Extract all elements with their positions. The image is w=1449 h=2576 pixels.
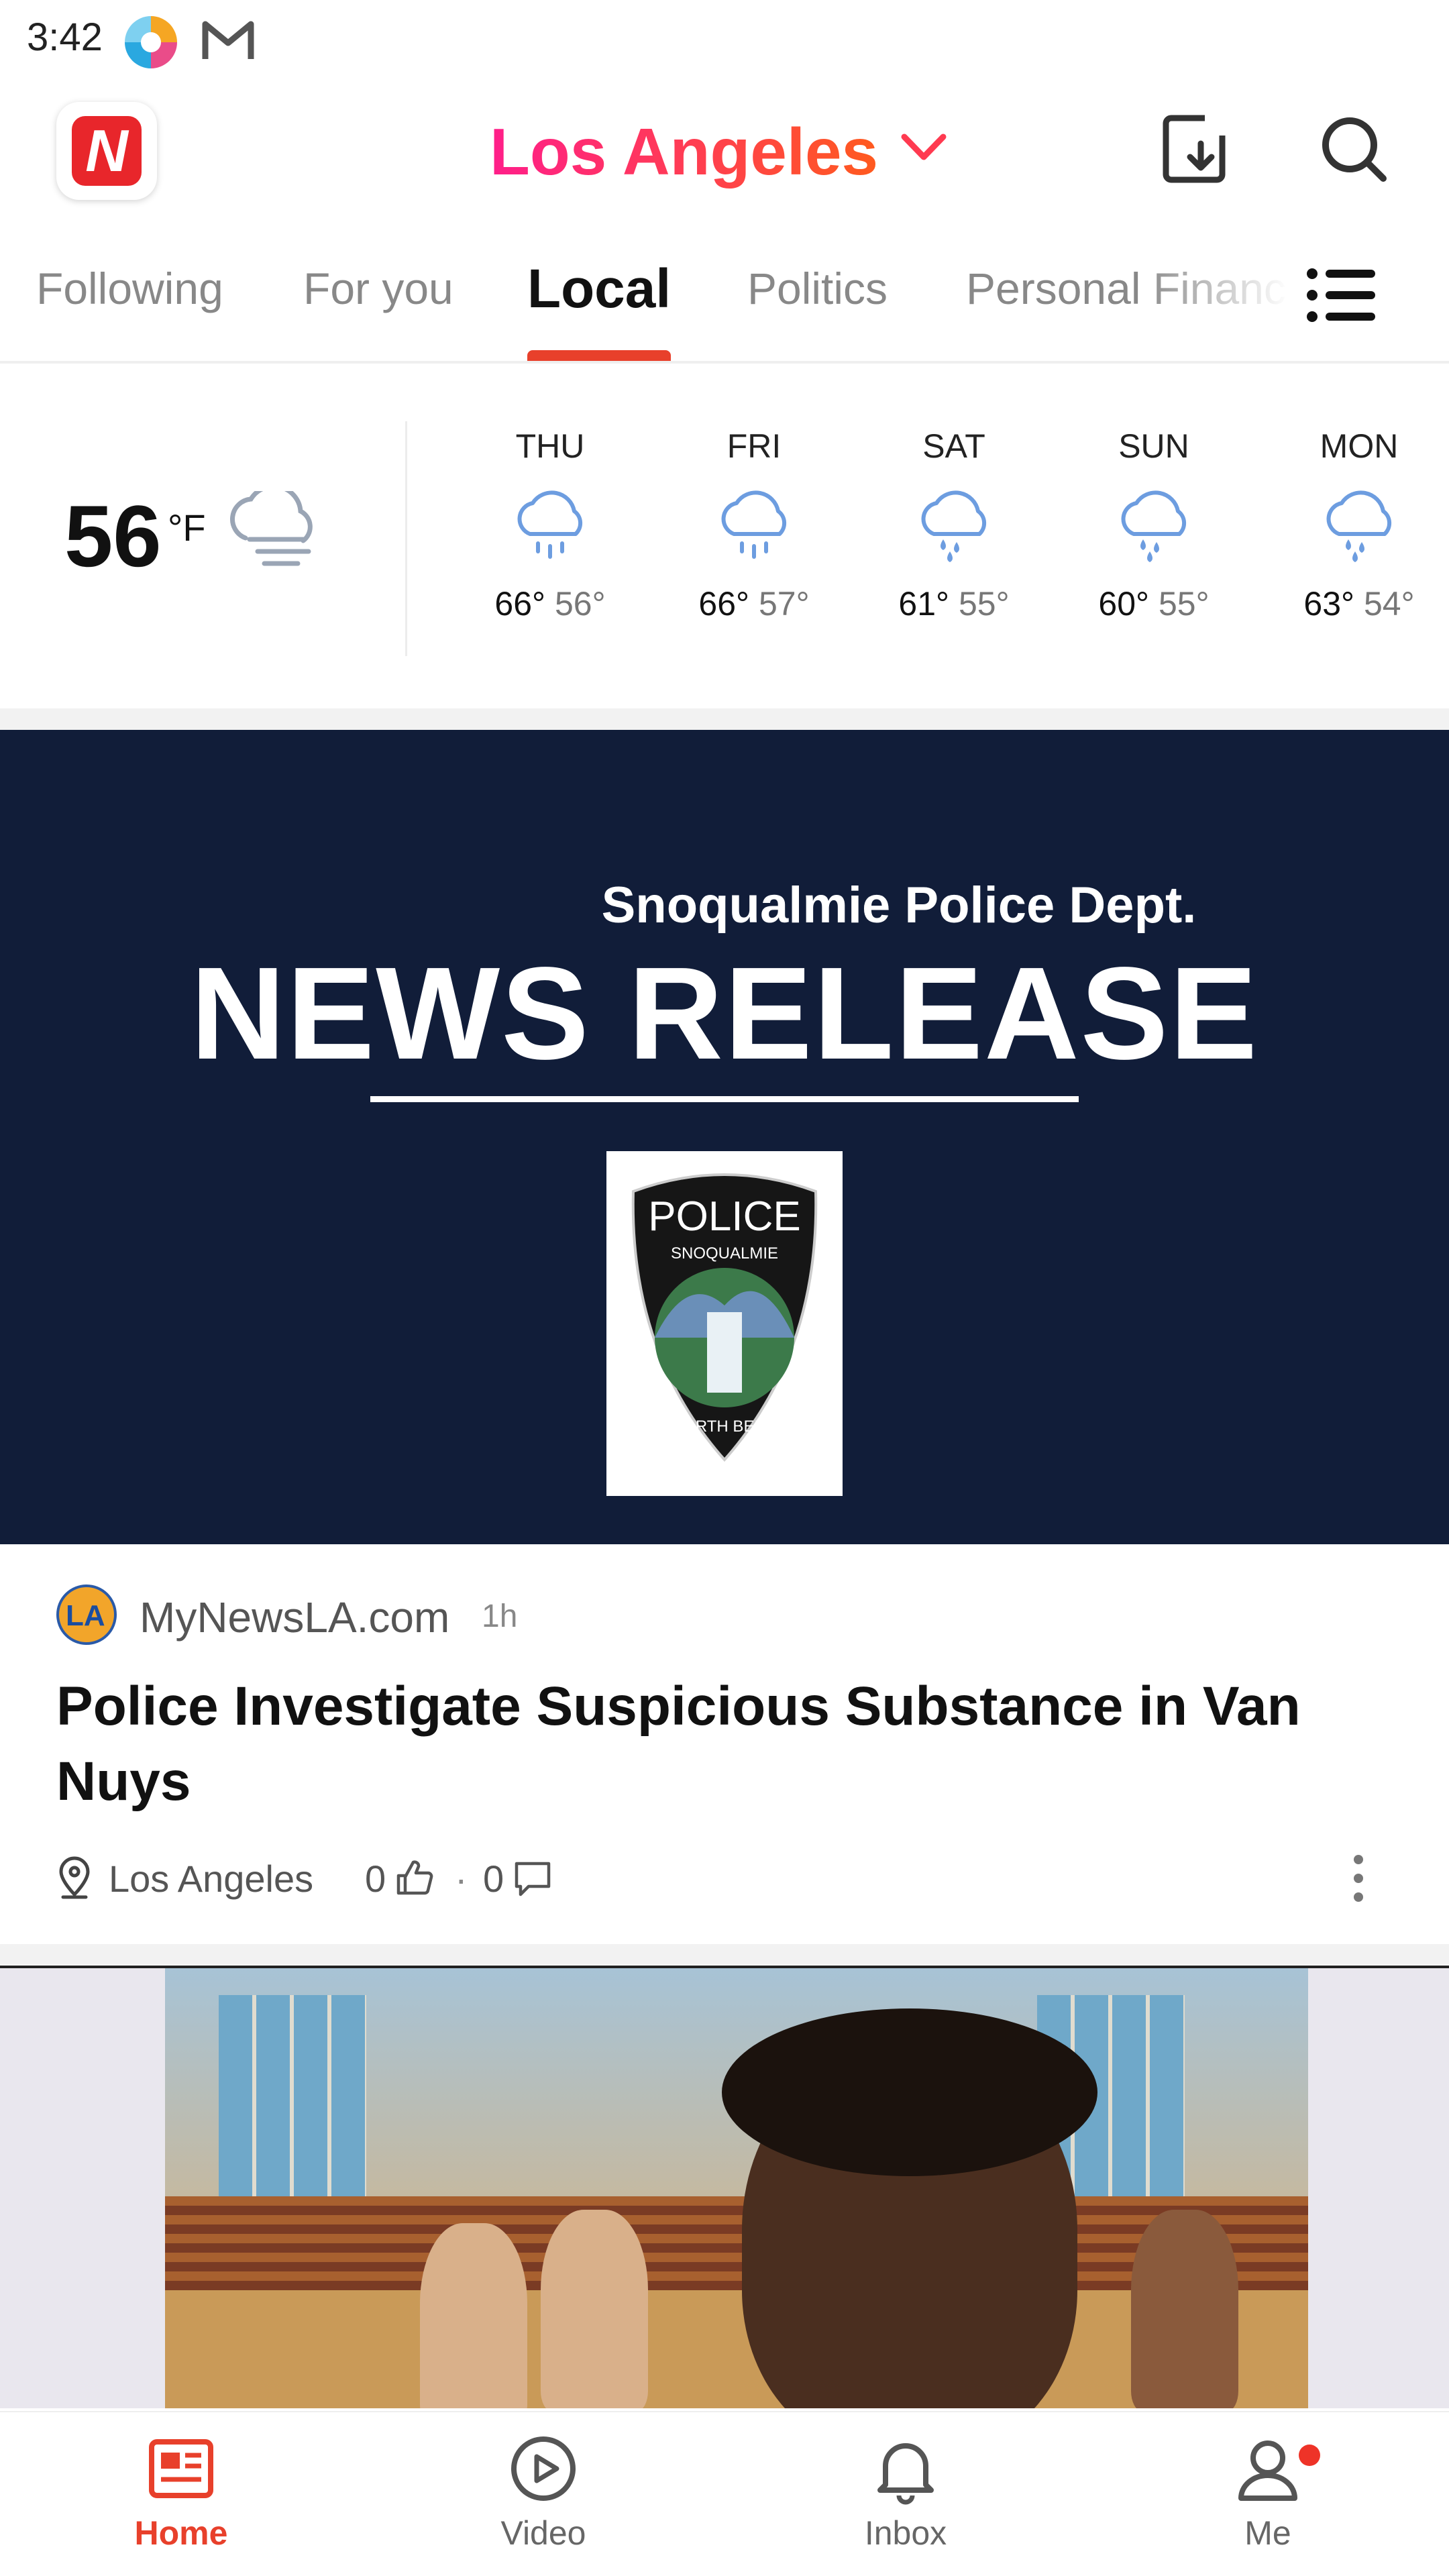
search-icon[interactable] — [1319, 114, 1389, 184]
player-figure — [420, 2223, 527, 2408]
forecast-low: 56° — [554, 585, 606, 623]
player-figure — [541, 2210, 648, 2408]
forecast-low: 57° — [758, 585, 810, 623]
forecast-day: FRI 66° 57° — [687, 427, 821, 623]
more-options-icon[interactable] — [1348, 1851, 1368, 1905]
heavy-rain-icon — [1326, 490, 1392, 562]
forecast-high: 61° — [898, 585, 950, 623]
article-source-row: LA MyNewsLA.com 1h — [56, 1585, 1331, 1645]
heavy-rain-icon — [1121, 490, 1187, 562]
forecast-day-name: MON — [1320, 427, 1399, 465]
article-time: 1h — [482, 1599, 518, 1634]
cloud-fog-icon — [230, 491, 313, 566]
forecast-day: MON 63° 54° — [1292, 427, 1426, 623]
bottom-nav: Home Video Inbox Me — [0, 2411, 1449, 2576]
weather-divider — [405, 421, 407, 656]
forecast-low: 54° — [1363, 585, 1415, 623]
player-figure — [1131, 2210, 1238, 2408]
app-logo-icon: N — [72, 116, 142, 186]
gmail-icon — [202, 21, 254, 59]
nav-video-label: Video — [500, 2514, 586, 2552]
download-icon[interactable] — [1161, 113, 1228, 185]
forecast-day: THU 66° 56° — [483, 427, 617, 623]
source-name[interactable]: MyNewsLA.com — [140, 1593, 449, 1642]
browser-app-icon — [125, 16, 177, 68]
hero-subtitle: Snoqualmie Police Dept. — [601, 877, 1197, 934]
section-divider — [0, 1944, 1449, 1964]
source-logo-text: LA — [66, 1599, 105, 1632]
forecast-day: SUN 60° 55° — [1087, 427, 1221, 623]
forecast-high: 66° — [494, 585, 546, 623]
forecast-high: 60° — [1098, 585, 1150, 623]
hero-rule — [370, 1096, 1079, 1102]
nav-inbox-label: Inbox — [864, 2514, 947, 2552]
forecast-high: 66° — [698, 585, 750, 623]
forecast-day-name: THU — [515, 427, 585, 465]
source-logo[interactable]: LA — [56, 1585, 117, 1645]
comment-count: 0 — [483, 1858, 504, 1900]
status-time: 3:42 — [27, 15, 103, 59]
forecast-low: 55° — [1158, 585, 1210, 623]
tab-following[interactable]: Following — [36, 263, 223, 314]
nav-me[interactable]: Me — [1167, 2432, 1368, 2553]
tab-politics[interactable]: Politics — [747, 263, 888, 314]
temperature-unit: °F — [168, 506, 206, 549]
tab-for-you[interactable]: For you — [303, 263, 453, 314]
weather-widget[interactable]: 56 °F THU 66° 56° FRI 66° 57° SAT 61° 55… — [0, 366, 1449, 708]
app-header: N Los Angeles — [0, 80, 1449, 221]
article-image[interactable] — [0, 1966, 1449, 2408]
notification-dot — [1299, 2445, 1320, 2466]
article-meta: Los Angeles 0 · 0 — [56, 1851, 1398, 1905]
nav-home-label: Home — [134, 2514, 228, 2552]
current-temperature: 56 — [64, 487, 162, 585]
forecast-high: 63° — [1303, 585, 1355, 623]
location-selector[interactable]: Los Angeles — [490, 114, 878, 190]
heavy-rain-icon — [921, 490, 987, 562]
thumbs-up-icon[interactable] — [394, 1858, 435, 1897]
play-circle-icon — [511, 2436, 576, 2501]
like-count: 0 — [365, 1858, 386, 1900]
gym-window — [219, 1995, 366, 2196]
nav-inbox[interactable]: Inbox — [805, 2432, 1006, 2553]
gym-photo — [165, 1968, 1308, 2408]
rain-icon — [721, 490, 787, 559]
forecast-day-name: SAT — [922, 427, 985, 465]
rain-icon — [517, 490, 583, 559]
nav-me-label: Me — [1244, 2514, 1291, 2552]
nav-home[interactable]: Home — [80, 2432, 282, 2553]
meta-separator: · — [455, 1858, 468, 1900]
forecast-day-name: SUN — [1118, 427, 1189, 465]
article-headline[interactable]: Police Investigate Suspicious Substance … — [56, 1669, 1371, 1819]
badge-bottom-text: NORTH BEND — [672, 1417, 777, 1436]
article-location: Los Angeles — [109, 1858, 314, 1900]
comment-icon[interactable] — [513, 1860, 553, 1898]
section-divider — [0, 708, 1449, 730]
badge-arc-text: SNOQUALMIE — [671, 1244, 778, 1263]
tab-local[interactable]: Local — [527, 258, 671, 321]
status-bar: 3:42 — [0, 0, 1449, 80]
forecast-low: 55° — [958, 585, 1010, 623]
user-icon — [1238, 2440, 1297, 2501]
forecast-day-name: FRI — [727, 427, 782, 465]
player-hair — [722, 2008, 1097, 2176]
badge-top-text: POLICE — [648, 1193, 800, 1240]
bell-icon — [877, 2443, 934, 2505]
menu-list-icon[interactable] — [1301, 262, 1382, 329]
article-image[interactable]: Snoqualmie Police Dept. NEWS RELEASE POL… — [0, 730, 1449, 1544]
nav-video[interactable]: Video — [443, 2432, 644, 2553]
police-badge: POLICE SNOQUALMIE NORTH BEND — [606, 1151, 843, 1496]
chevron-down-icon[interactable] — [899, 129, 949, 166]
news-icon — [149, 2439, 213, 2498]
location-pin-icon — [59, 1856, 90, 1899]
category-tabs: Following For you Local Politics Persona… — [0, 221, 1449, 364]
hero-title: NEWS RELEASE — [190, 940, 1259, 1087]
app-logo[interactable]: N — [56, 102, 157, 200]
forecast-day: SAT 61° 55° — [887, 427, 1021, 623]
active-tab-indicator — [527, 350, 671, 361]
tab-fade — [1140, 221, 1288, 356]
